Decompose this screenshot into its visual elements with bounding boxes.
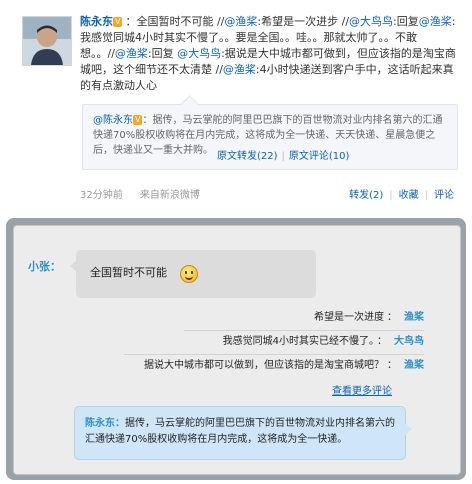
main-message-bubble: 全国暂时不可能 [70,250,316,298]
author-name-link[interactable]: 陈永东 [80,15,113,28]
reply-row: 据说大中城市都可以做到，但应该指的是淘宝商城吧？： 渔桨 [144,356,424,376]
chat-panel: 小张： 全国暂时不可能 希望是一次进度：渔桨 我感觉同城4小时其实已经不慢了。：… [13,225,461,475]
reply-colon: ： [387,312,397,323]
smiley-icon [180,265,198,283]
separator: | [424,190,428,201]
quoted-post: @陈永东 V ：据传，马云掌舵的阿里巴巴旗下的百世物流对业内排名第六的汇通快递70%… [82,95,458,170]
reply-text: 我感觉同城4小时其实已经不慢了。 [222,336,374,347]
repost-button[interactable]: 转发(2) [349,190,383,201]
original-comment-link[interactable]: 原文评论(10) [289,151,350,162]
quote-arrow [180,95,199,114]
reply-bubble-author[interactable]: 陈永东： [85,418,125,429]
mention-link[interactable]: @渔桨 [419,15,452,28]
mention-link[interactable]: @大鸟鸟 [349,15,393,28]
separator: | [281,151,285,162]
verified-icon: V [113,17,123,27]
favorite-button[interactable]: 收藏 [399,190,419,201]
reply-colon: ： [387,360,397,371]
original-repost-link[interactable]: 原文转发(22) [217,151,278,162]
speaker-name: 小张： [28,260,61,273]
divider [184,330,424,331]
reply-author-link[interactable]: 大鸟鸟 [394,336,424,347]
bubble-tail [70,260,77,272]
bubble-tail [405,423,412,435]
reply-bubble: 陈永东：据传，马云掌舵的阿里巴巴旗下的百世物流对业内排名第六的汇通快递70%股权… [74,406,412,460]
reply-author-link[interactable]: 渔桨 [404,360,424,371]
post-actions: 转发(2) | 收藏 | 评论 [349,186,454,201]
reply-row: 希望是一次进度： 渔桨 [314,308,424,328]
mention-link[interactable]: @渔桨 [223,63,256,76]
reply-author-link[interactable]: 渔桨 [404,312,424,323]
post-text-1: 全国暂时不可能 // [136,15,225,28]
reply-row: 我感觉同城4小时其实已经不慢了。： 大鸟鸟 [223,332,424,352]
mention-link[interactable]: @大鸟鸟 [177,47,221,60]
post-text-3: :回复 [393,15,419,28]
post-text-5: :回复 [147,47,178,60]
reply-bubble-text: 陈永东：据传，马云掌舵的阿里巴巴旗下的百世物流对业内排名第六的汇通快递70%股权… [85,416,397,448]
avatar-image [23,17,71,65]
post-text: 陈永东 V ：全国暂时不可能 //@渔桨:希望是一次进步 //@大鸟鸟:回复@渔桨:… [80,14,460,94]
main-message-text: 全国暂时不可能 [90,266,167,279]
weibo-post: 陈永东 V ：全国暂时不可能 //@渔桨:希望是一次进步 //@大鸟鸟:回复@渔桨:… [0,0,472,215]
reply-colon: ： [377,336,387,347]
post-text-2: :希望是一次进步 // [257,15,350,28]
reply-bubble-body: 据传，马云掌舵的阿里巴巴旗下的百世物流对业内排名第六的汇通快递70%股权收购将在… [85,418,395,445]
post-colon: ： [125,15,137,28]
reply-text: 据说大中城市都可以做到，但应该指的是淘宝商城吧？ [144,360,384,371]
reply-text: 希望是一次进度 [314,312,384,323]
divider [124,354,424,355]
post-time[interactable]: 32分钟前 [80,190,123,201]
post-meta: 32分钟前 来自新浪微博 [80,186,214,201]
view-more-comments-link[interactable]: 查看更多评论 [332,382,392,397]
quote-actions: 原文转发(22) | 原文评论(10) [217,147,349,162]
comment-button[interactable]: 评论 [434,190,454,201]
mention-link[interactable]: @渔桨 [115,47,148,60]
quote-author-link[interactable]: @陈永东 [93,115,133,126]
separator: | [389,190,393,201]
avatar[interactable] [22,16,72,66]
mention-link[interactable]: @渔桨 [224,15,257,28]
chat-panel-frame: 小张： 全国暂时不可能 希望是一次进度：渔桨 我感觉同城4小时其实已经不慢了。：… [6,218,466,480]
post-source: 来自新浪微博 [139,190,200,201]
